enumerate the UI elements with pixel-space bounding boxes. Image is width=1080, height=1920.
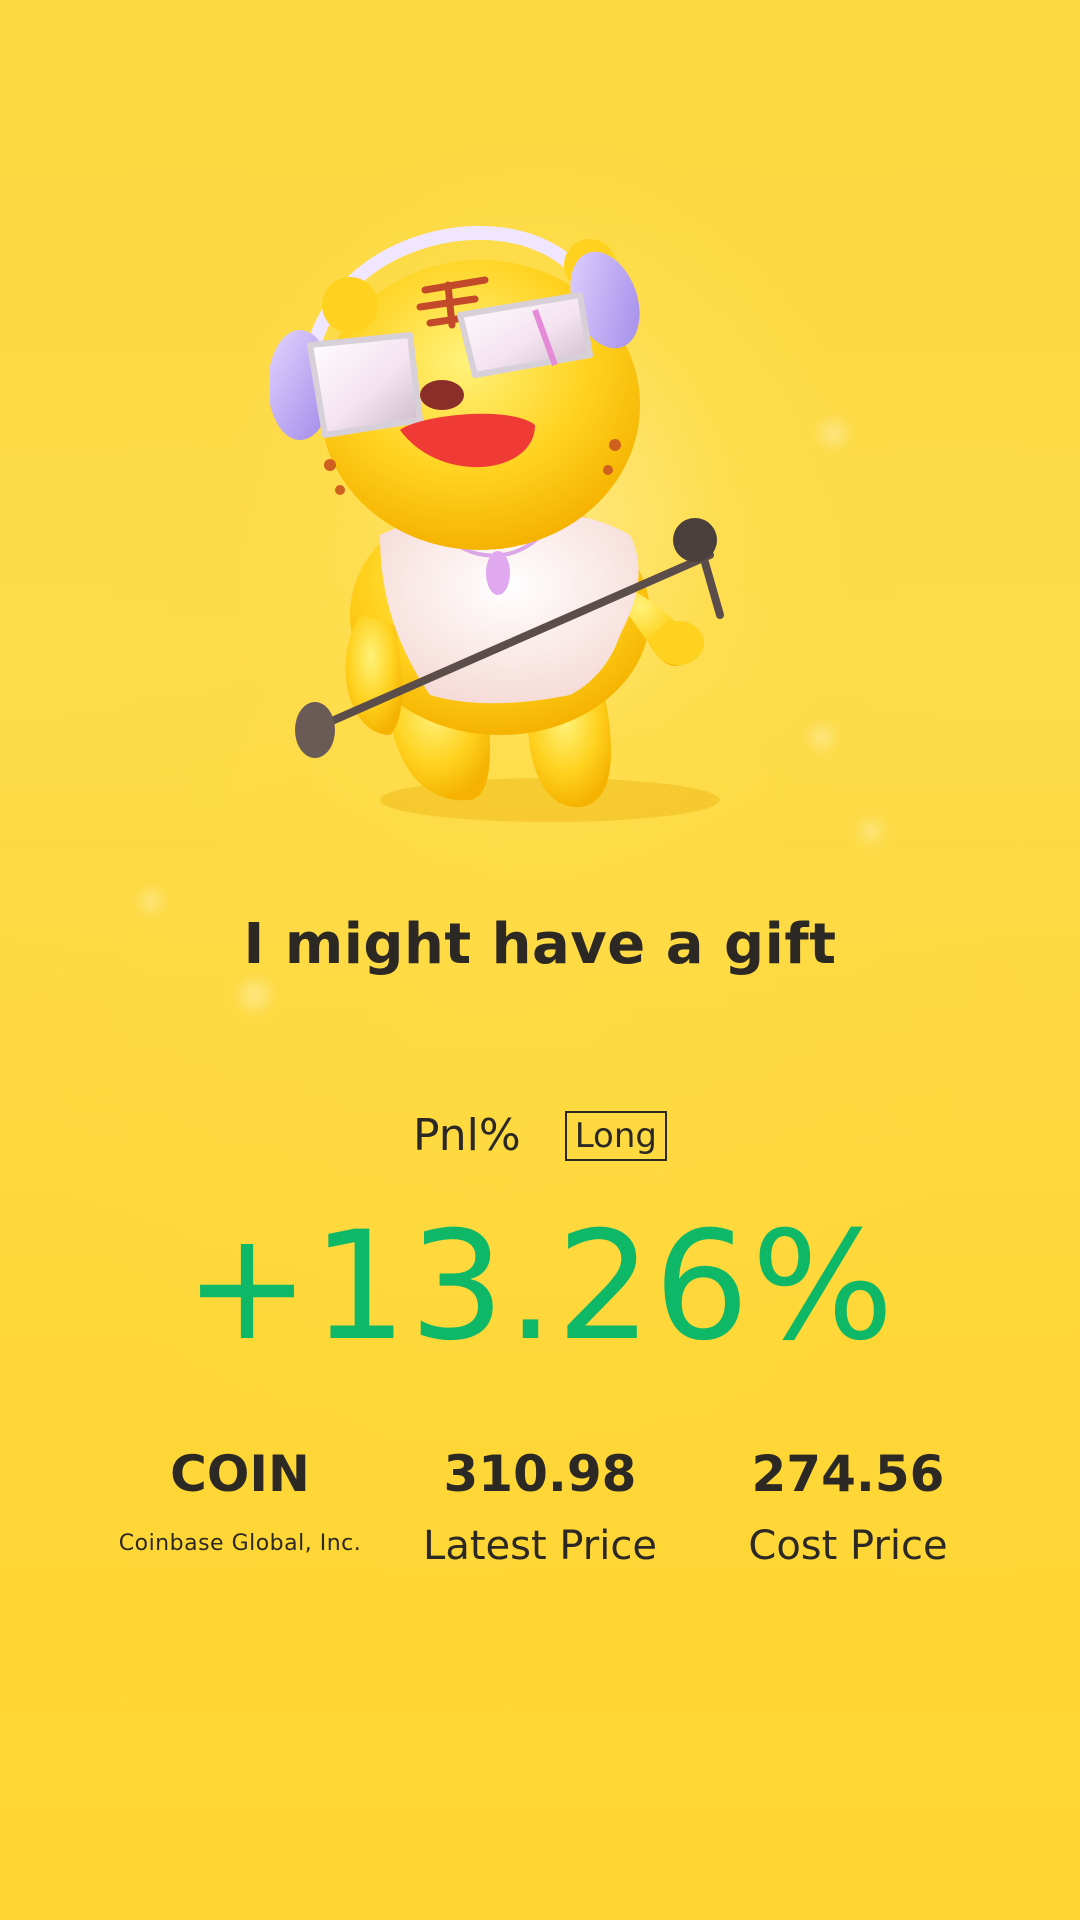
pnl-header: Pnl% Long (0, 1110, 1080, 1161)
cost-price-stat: 274.56 Cost Price (698, 1445, 998, 1569)
pnl-percent-value: +13.26% (184, 1200, 896, 1374)
company-name: Coinbase Global, Inc. (118, 1531, 362, 1556)
latest-price-label: Latest Price (423, 1523, 657, 1569)
latest-price-value: 310.98 (443, 1445, 637, 1503)
glow-dot (240, 980, 270, 1010)
ticker-stat: COIN Coinbase Global, Inc. (90, 1445, 390, 1556)
glow-dot (810, 725, 834, 749)
cost-price-label: Cost Price (748, 1523, 948, 1569)
latest-price-stat: 310.98 Latest Price (390, 1445, 690, 1569)
glow-dot (820, 420, 846, 446)
share-card: I might have a gift Pnl% Long +13.26% CO… (0, 0, 1080, 1920)
position-direction-badge: Long (564, 1110, 667, 1161)
stats-row: COIN Coinbase Global, Inc. 310.98 Latest… (0, 1445, 1080, 1595)
pnl-label: Pnl% (413, 1110, 521, 1161)
headline: I might have a gift (243, 912, 837, 977)
cost-price-value: 274.56 (751, 1445, 945, 1503)
ticker-symbol: COIN (170, 1445, 310, 1503)
glow-dot (140, 890, 162, 912)
tiger-dj-mascot-icon (268, 195, 810, 835)
glow-dot (860, 820, 882, 842)
